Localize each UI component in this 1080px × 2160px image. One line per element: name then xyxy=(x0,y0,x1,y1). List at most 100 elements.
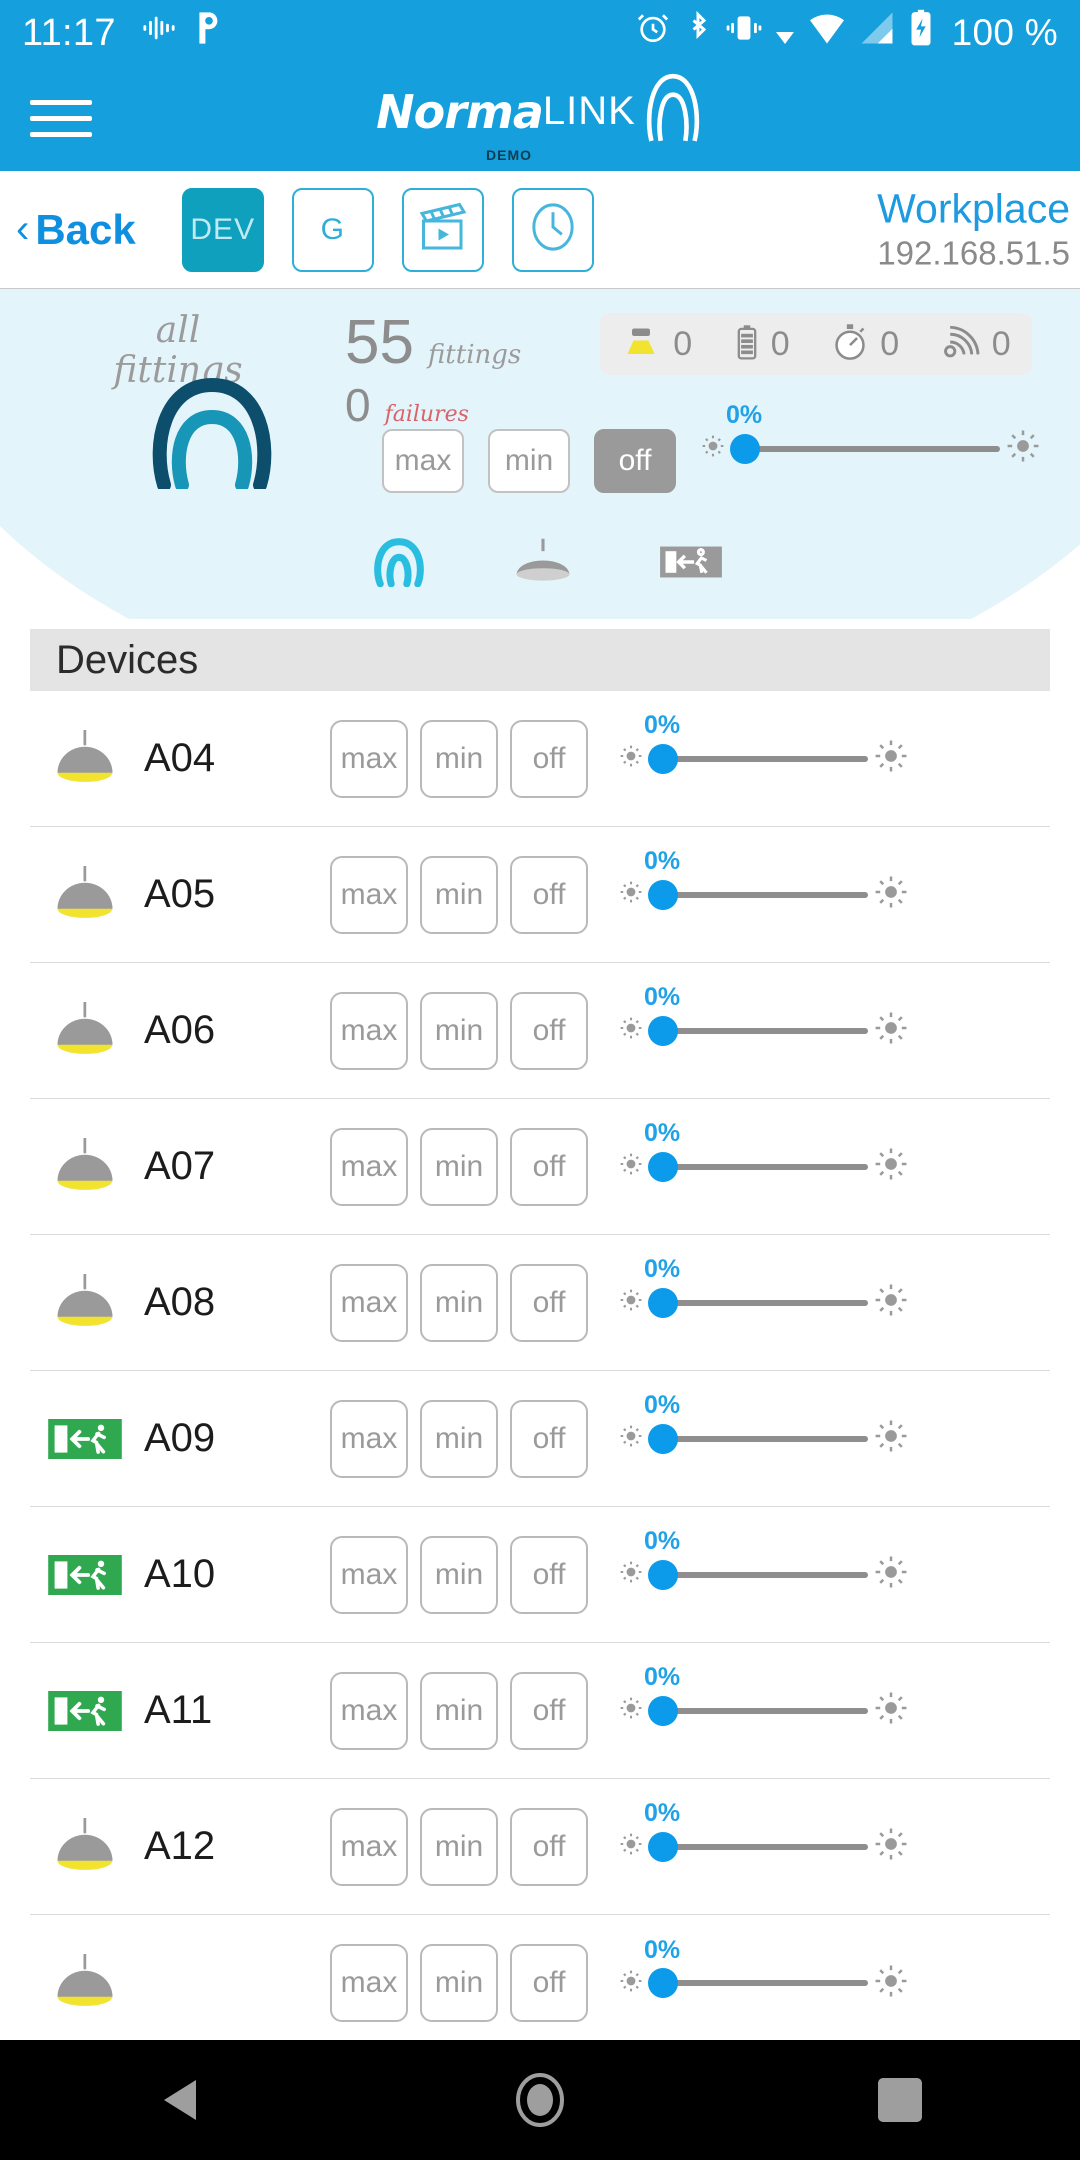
device-brightness-slider[interactable]: 0% xyxy=(618,1663,908,1730)
device-off-button[interactable]: off xyxy=(510,1127,588,1206)
device-slider-knob[interactable] xyxy=(648,879,678,910)
device-min-button[interactable]: min xyxy=(420,719,498,798)
device-max-button[interactable]: max xyxy=(330,1944,408,2022)
filter-exit-signs[interactable] xyxy=(660,545,722,579)
master-slider-knob[interactable] xyxy=(730,433,760,464)
hamburger-menu-icon[interactable] xyxy=(30,100,92,137)
device-off-button[interactable]: off xyxy=(510,1807,588,1886)
device-off-button[interactable]: off xyxy=(510,1399,588,1478)
device-max-button[interactable]: max xyxy=(330,1807,408,1886)
device-slider-knob[interactable] xyxy=(648,1831,678,1862)
back-button[interactable]: ‹ Back xyxy=(16,206,136,254)
android-recents-button[interactable] xyxy=(820,2078,980,2122)
device-brightness-slider[interactable]: 0% xyxy=(618,1391,908,1458)
device-max-button[interactable]: max xyxy=(330,1535,408,1614)
master-min-button[interactable]: min xyxy=(488,429,570,493)
device-min-button[interactable]: min xyxy=(420,1127,498,1206)
device-max-button[interactable]: max xyxy=(330,855,408,934)
device-off-button[interactable]: off xyxy=(510,1263,588,1342)
device-row: A10 max min off 0% xyxy=(30,1507,1050,1643)
device-slider-knob[interactable] xyxy=(648,1151,678,1182)
alarm-icon xyxy=(636,11,670,55)
device-slider-track[interactable] xyxy=(648,1151,868,1182)
device-slider-knob[interactable] xyxy=(648,1287,678,1318)
device-brightness-slider[interactable]: 0% xyxy=(618,1527,908,1594)
device-min-button[interactable]: min xyxy=(420,1807,498,1886)
device-min-button[interactable]: min xyxy=(420,1671,498,1750)
device-brightness-slider[interactable]: 0% xyxy=(618,711,908,778)
device-slider-knob[interactable] xyxy=(648,1423,678,1454)
device-off-button[interactable]: off xyxy=(510,1944,588,2022)
device-slider-track[interactable] xyxy=(648,1423,868,1454)
device-off-button[interactable]: off xyxy=(510,991,588,1070)
chip-lamp[interactable]: 0 xyxy=(621,325,692,364)
device-slider-percent: 0% xyxy=(644,1799,681,1827)
device-brightness-slider[interactable]: 0% xyxy=(618,1799,908,1866)
device-slider-track[interactable] xyxy=(648,1831,868,1862)
device-brightness-slider[interactable]: 0% xyxy=(618,1936,908,2003)
device-identity: A12 xyxy=(30,1817,330,1876)
device-brightness-slider[interactable]: 0% xyxy=(618,1119,908,1186)
chip-duration[interactable]: 0 xyxy=(832,323,899,366)
device-slider-track[interactable] xyxy=(648,1559,868,1590)
pendant-lamp-icon xyxy=(44,865,126,924)
device-controls: max min off xyxy=(330,855,588,934)
device-slider-track[interactable] xyxy=(648,1287,868,1318)
battery-status-icon xyxy=(735,324,759,365)
tab-groups-label: G xyxy=(320,212,345,246)
device-slider-knob[interactable] xyxy=(648,1559,678,1590)
sun-low-icon xyxy=(618,1968,644,1999)
tab-dev[interactable]: DEV xyxy=(181,187,264,272)
device-brightness-slider[interactable]: 0% xyxy=(618,983,908,1050)
device-min-button[interactable]: min xyxy=(420,1944,498,2022)
tab-schedule[interactable] xyxy=(511,187,594,272)
device-slider-track[interactable] xyxy=(648,1695,868,1726)
device-max-button[interactable]: max xyxy=(330,1263,408,1342)
android-home-button[interactable] xyxy=(460,2072,620,2128)
device-max-button[interactable]: max xyxy=(330,719,408,798)
filter-lamps[interactable] xyxy=(512,537,574,587)
device-min-button[interactable]: min xyxy=(420,855,498,934)
device-min-button[interactable]: min xyxy=(420,1535,498,1614)
device-slider-track[interactable] xyxy=(648,879,868,910)
android-back-button[interactable] xyxy=(100,2076,260,2124)
device-off-button[interactable]: off xyxy=(510,1671,588,1750)
device-slider-track[interactable] xyxy=(648,743,868,774)
device-slider-knob[interactable] xyxy=(648,1015,678,1046)
vibrate-icon xyxy=(726,11,762,55)
chip-communication[interactable]: 0 xyxy=(942,325,1011,364)
chip-battery[interactable]: 0 xyxy=(735,324,790,365)
device-brightness-slider[interactable]: 0% xyxy=(618,1255,908,1322)
device-off-button[interactable]: off xyxy=(510,719,588,798)
device-min-button[interactable]: min xyxy=(420,1399,498,1478)
device-brightness-slider[interactable]: 0% xyxy=(618,847,908,914)
master-max-button[interactable]: max xyxy=(382,429,464,493)
device-slider-knob[interactable] xyxy=(648,1695,678,1726)
back-button-label: Back xyxy=(35,205,136,253)
device-off-button[interactable]: off xyxy=(510,855,588,934)
filter-all[interactable] xyxy=(372,537,426,587)
device-name: A04 xyxy=(144,736,216,780)
device-slider-knob[interactable] xyxy=(648,1968,678,1998)
device-row: A08 max min off 0% xyxy=(30,1235,1050,1371)
status-bar-left-icons xyxy=(142,10,224,56)
tab-scenes[interactable] xyxy=(401,187,484,272)
device-min-button[interactable]: min xyxy=(420,991,498,1070)
device-max-button[interactable]: max xyxy=(330,991,408,1070)
master-brightness-slider[interactable]: 0% xyxy=(700,401,1040,468)
master-off-button[interactable]: off xyxy=(594,429,676,493)
tab-groups[interactable]: G xyxy=(291,187,374,272)
device-off-button[interactable]: off xyxy=(510,1535,588,1614)
fittings-count: 55 xyxy=(345,308,414,377)
sun-low-icon xyxy=(618,1015,644,1046)
device-slider-track[interactable] xyxy=(648,1015,868,1046)
device-identity: A06 xyxy=(30,1001,330,1060)
sun-low-icon xyxy=(700,433,726,464)
device-min-button[interactable]: min xyxy=(420,1263,498,1342)
device-max-button[interactable]: max xyxy=(330,1671,408,1750)
device-max-button[interactable]: max xyxy=(330,1127,408,1206)
device-max-button[interactable]: max xyxy=(330,1399,408,1478)
master-slider-track[interactable] xyxy=(730,433,1000,464)
device-slider-knob[interactable] xyxy=(648,743,678,774)
device-slider-track[interactable] xyxy=(648,1968,868,1998)
